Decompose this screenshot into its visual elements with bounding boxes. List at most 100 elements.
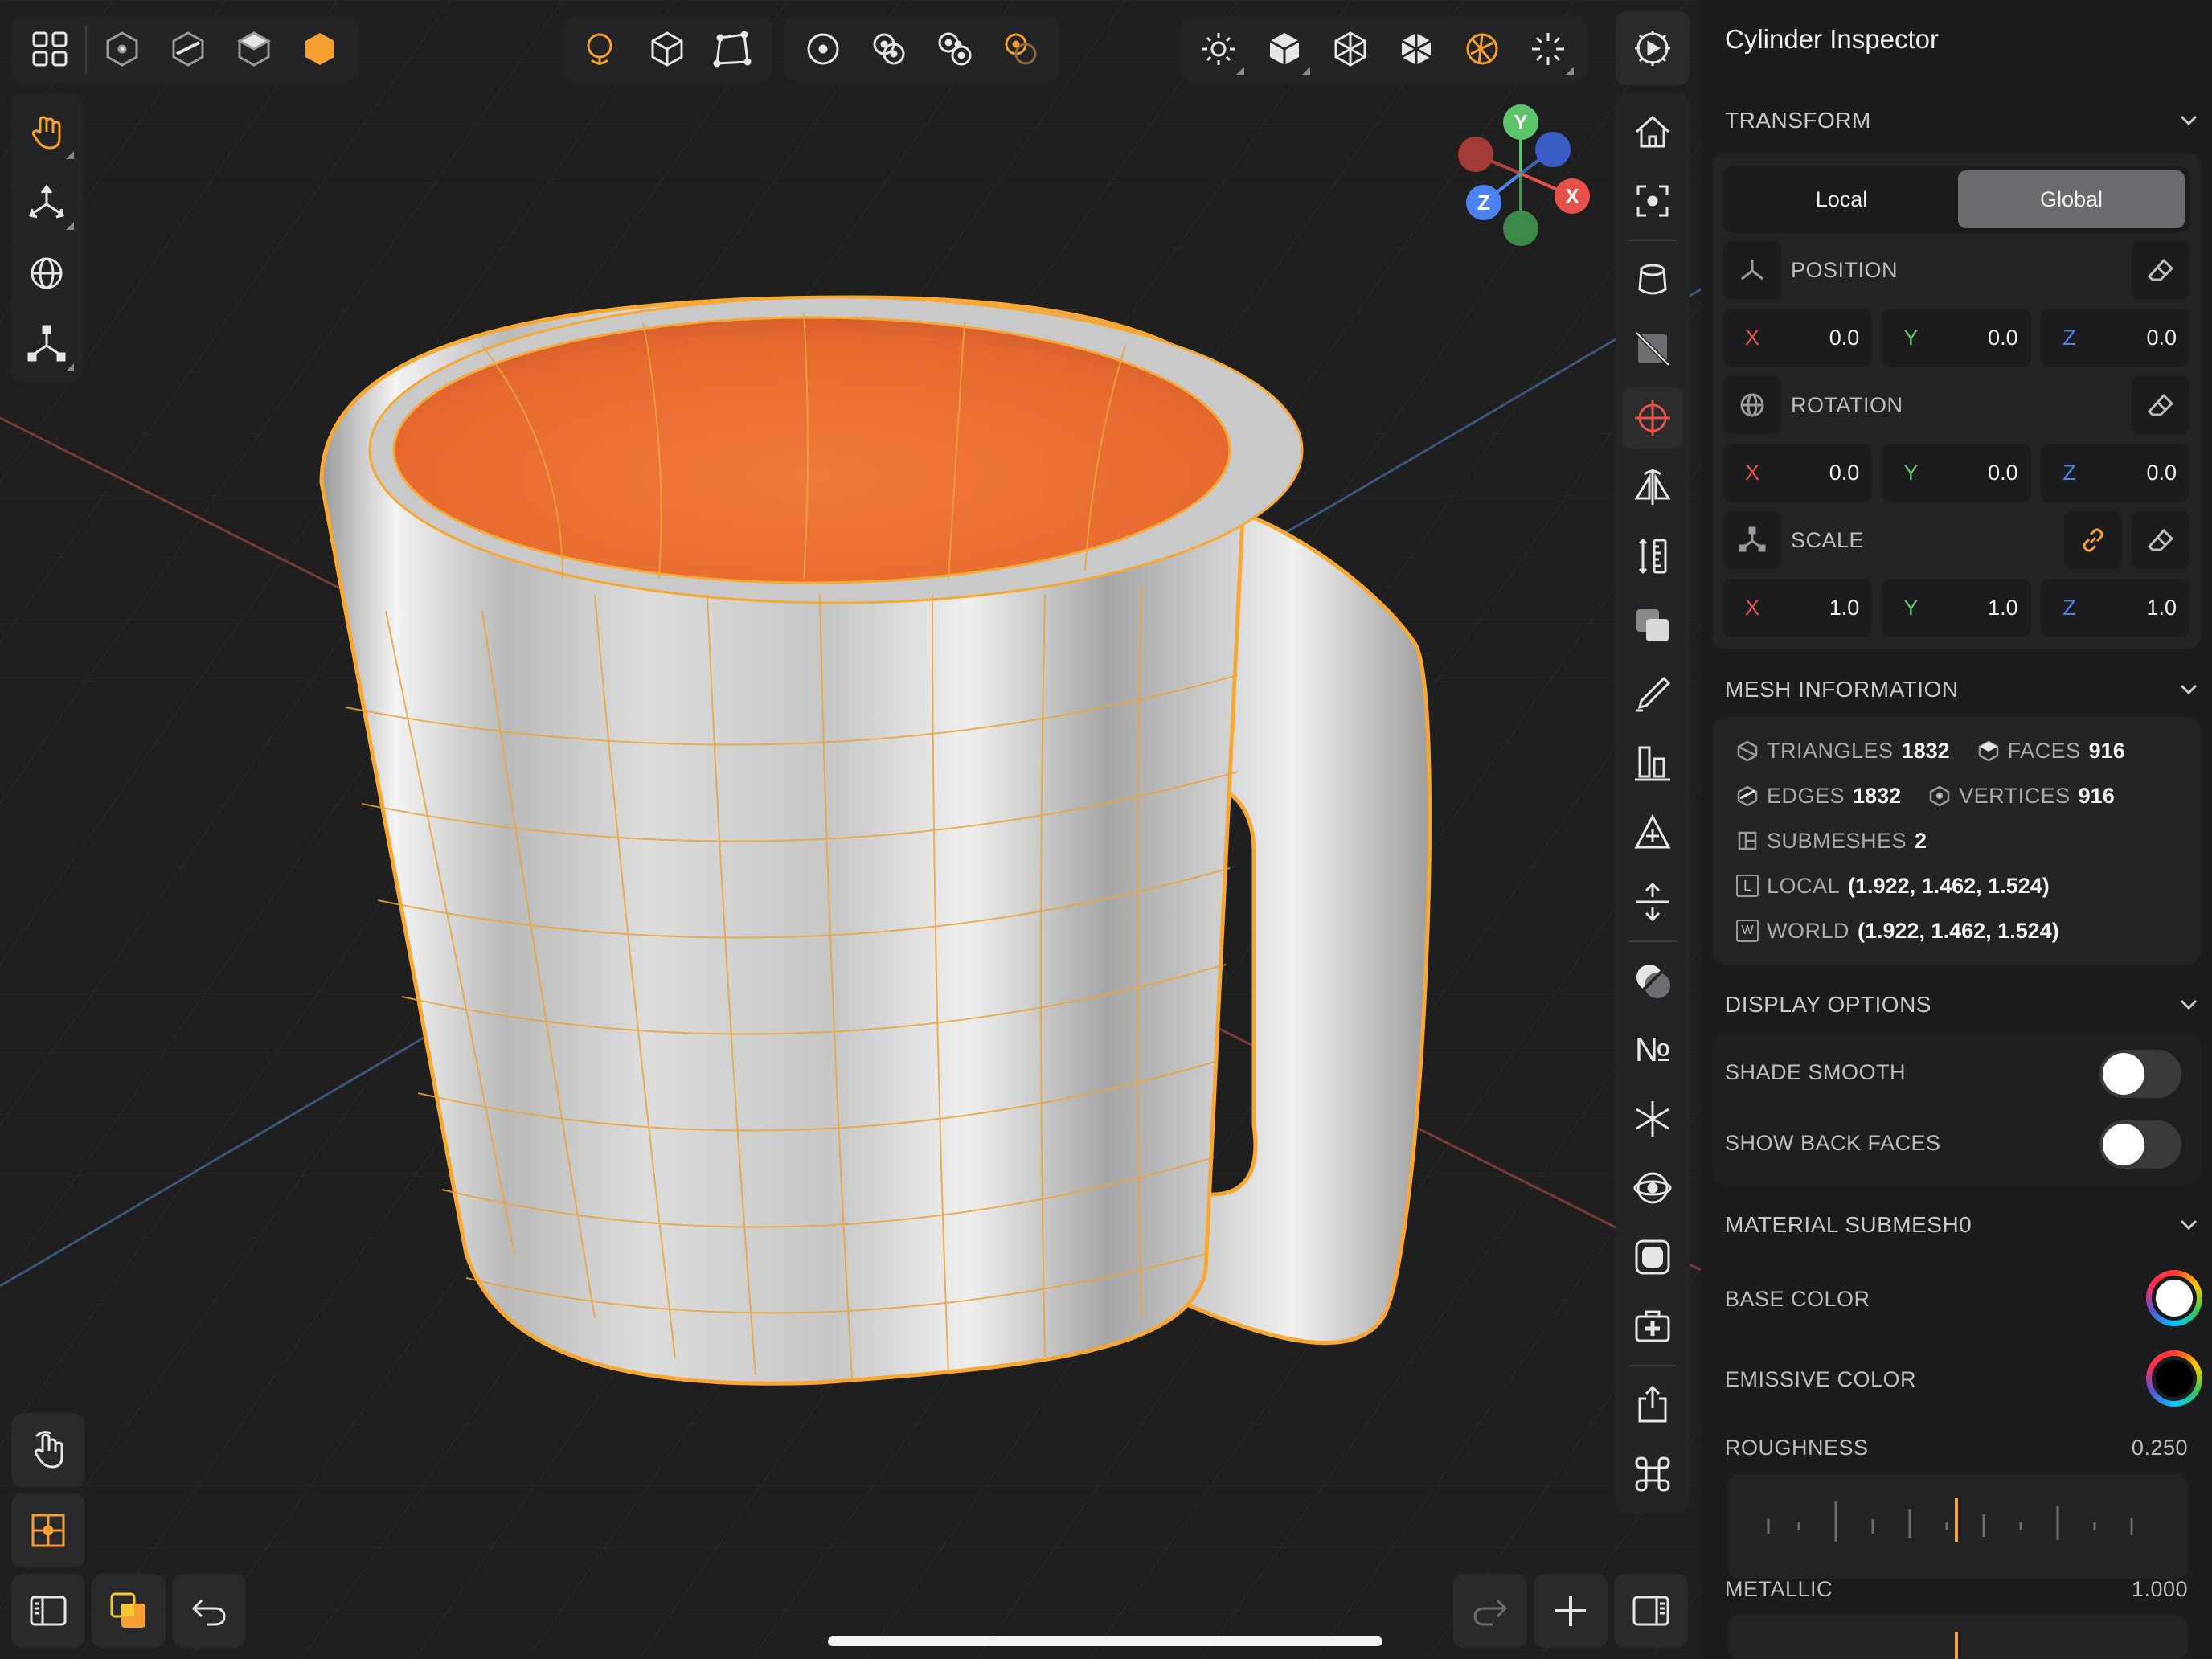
focus-selection-button[interactable]	[1622, 170, 1683, 231]
space-local-option[interactable]: Local	[1728, 170, 1955, 228]
scale-z-field[interactable]: Z 1.0	[2040, 579, 2189, 637]
metallic-label-row: METALLIC 1.000	[1725, 1577, 2188, 1602]
gizmo-z-label[interactable]: Z	[1466, 185, 1501, 220]
effects-button[interactable]	[1518, 18, 1579, 80]
edge-mode-button[interactable]	[158, 18, 219, 80]
position-z-field[interactable]: Z 0.0	[2040, 309, 2189, 367]
pivot-world-button[interactable]	[571, 18, 632, 80]
toggle-left-panel-button[interactable]	[11, 1574, 85, 1648]
add-triangle-button[interactable]	[1622, 802, 1683, 863]
snap-grid-button[interactable]	[11, 1493, 85, 1567]
knife-tool-button[interactable]	[1622, 664, 1683, 725]
hand-tool-button[interactable]	[16, 101, 77, 162]
pair-origin-button[interactable]	[858, 18, 920, 80]
add-object-button[interactable]	[1534, 1574, 1608, 1648]
pivot-polygon-button[interactable]	[703, 18, 764, 80]
roughness-slider[interactable]	[1728, 1474, 2188, 1579]
orange-origin-button[interactable]	[990, 18, 1051, 80]
touch-mode-button[interactable]	[11, 1413, 85, 1487]
position-x-field[interactable]: X 0.0	[1723, 309, 1873, 367]
shaded-view-button[interactable]	[1386, 18, 1447, 80]
uniform-scale-link-button[interactable]	[2064, 511, 2122, 569]
repair-mesh-button[interactable]	[1622, 1296, 1683, 1357]
triple-origin-button[interactable]	[924, 18, 985, 80]
rotation-x-field[interactable]: X 0.0	[1723, 444, 1873, 502]
object-mode-button[interactable]	[289, 18, 350, 80]
edges-value: 1832	[1853, 783, 1902, 808]
mirror-button[interactable]	[1622, 457, 1683, 518]
undo-button[interactable]	[172, 1574, 246, 1648]
material-view-button[interactable]	[1452, 18, 1513, 80]
edges-label: EDGES	[1767, 783, 1845, 808]
snap-target-button[interactable]	[1622, 387, 1683, 449]
position-y-field[interactable]: Y 0.0	[1882, 309, 2031, 367]
reset-rotation-button[interactable]	[2132, 376, 2189, 434]
grid-menu-button[interactable]	[19, 18, 80, 80]
show-back-faces-toggle[interactable]	[2099, 1120, 2181, 1169]
3d-viewport[interactable]: Y X Z №	[0, 0, 1701, 1659]
redo-button[interactable]	[1453, 1574, 1527, 1648]
display-options-section-header[interactable]: DISPLAY OPTIONS	[1725, 987, 2199, 1022]
share-button[interactable]	[1622, 1374, 1683, 1436]
numbering-button[interactable]: №	[1622, 1019, 1683, 1080]
rotation-z-field[interactable]: Z 0.0	[2040, 444, 2189, 502]
axis-gizmo[interactable]: Y X Z	[1447, 104, 1608, 249]
scale-x-field[interactable]: X 1.0	[1723, 579, 1873, 637]
mug-mesh[interactable]	[319, 295, 1432, 1386]
reset-position-button[interactable]	[2132, 241, 2189, 299]
scale-y-field[interactable]: Y 1.0	[1882, 579, 2031, 637]
lighting-button[interactable]	[1188, 18, 1249, 80]
display-options-header-label: DISPLAY OPTIONS	[1725, 992, 1931, 1017]
shortcuts-button[interactable]	[1622, 1444, 1683, 1505]
emissive-color-well[interactable]	[2146, 1350, 2202, 1407]
rounded-shape-button[interactable]	[1622, 1227, 1683, 1288]
gizmo-x-label[interactable]: X	[1555, 178, 1590, 214]
base-color-well[interactable]	[2146, 1270, 2202, 1326]
layers-button[interactable]	[92, 1574, 166, 1648]
focus-icon	[1636, 185, 1669, 217]
solid-view-button[interactable]	[1254, 18, 1315, 80]
metallic-slider[interactable]	[1728, 1616, 2188, 1659]
gizmo-y-label[interactable]: Y	[1503, 104, 1538, 140]
measure-button[interactable]	[1622, 526, 1683, 587]
triangle-add-icon	[1634, 813, 1671, 849]
wireframe-view-button[interactable]	[1320, 18, 1381, 80]
reset-scale-button[interactable]	[2132, 511, 2189, 569]
rotation-y-value: 0.0	[1988, 460, 2018, 485]
orbit-view-button[interactable]	[1622, 1157, 1683, 1219]
pivot-object-button[interactable]	[637, 18, 698, 80]
vertex-mode-button[interactable]	[92, 18, 153, 80]
toggle-right-panel-button[interactable]	[1614, 1574, 1688, 1648]
pivot-axes-button[interactable]	[1622, 1088, 1683, 1149]
rotation-y-field[interactable]: Y 0.0	[1882, 444, 2031, 502]
scale-tool-button[interactable]	[16, 313, 77, 375]
position-y-value: 0.0	[1988, 325, 2018, 350]
home-indicator[interactable]	[828, 1636, 1382, 1646]
rotate-tool-button[interactable]	[16, 243, 77, 304]
shade-smooth-toggle[interactable]	[2099, 1050, 2181, 1098]
shading-button[interactable]	[1622, 950, 1683, 1011]
move-tool-button[interactable]	[16, 172, 77, 233]
rotation-x-value: 0.0	[1829, 460, 1860, 485]
space-global-option[interactable]: Global	[1958, 170, 2185, 228]
transform-section-header[interactable]: TRANSFORM	[1725, 103, 2199, 138]
render-toolbar	[1180, 16, 1587, 82]
single-origin-button[interactable]	[793, 18, 854, 80]
duplicate-button[interactable]	[1622, 595, 1683, 656]
home-view-button[interactable]	[1622, 101, 1683, 162]
primitive-cylinder-button[interactable]	[1622, 249, 1683, 310]
extrude-button[interactable]	[1622, 871, 1683, 932]
settings-button[interactable]	[1616, 11, 1690, 85]
position-z-value: 0.0	[2146, 325, 2177, 350]
mesh-info-section-header[interactable]: MESH INFORMATION	[1725, 672, 2199, 707]
triple-origin-icon	[938, 32, 972, 66]
hide-button[interactable]	[1622, 318, 1683, 379]
material-section-header[interactable]: MATERIAL SUBMESH0	[1725, 1207, 2199, 1243]
align-button[interactable]	[1622, 733, 1683, 794]
viewport-canvas[interactable]	[0, 0, 1701, 1659]
base-color-label: BASE COLOR	[1725, 1286, 1870, 1311]
face-mode-button[interactable]	[223, 18, 285, 80]
position-axes-icon	[1723, 241, 1781, 299]
scale-fields: X 1.0 Y 1.0 Z 1.0	[1723, 579, 2189, 637]
roughness-label-row: ROUGHNESS 0.250	[1725, 1436, 2188, 1460]
